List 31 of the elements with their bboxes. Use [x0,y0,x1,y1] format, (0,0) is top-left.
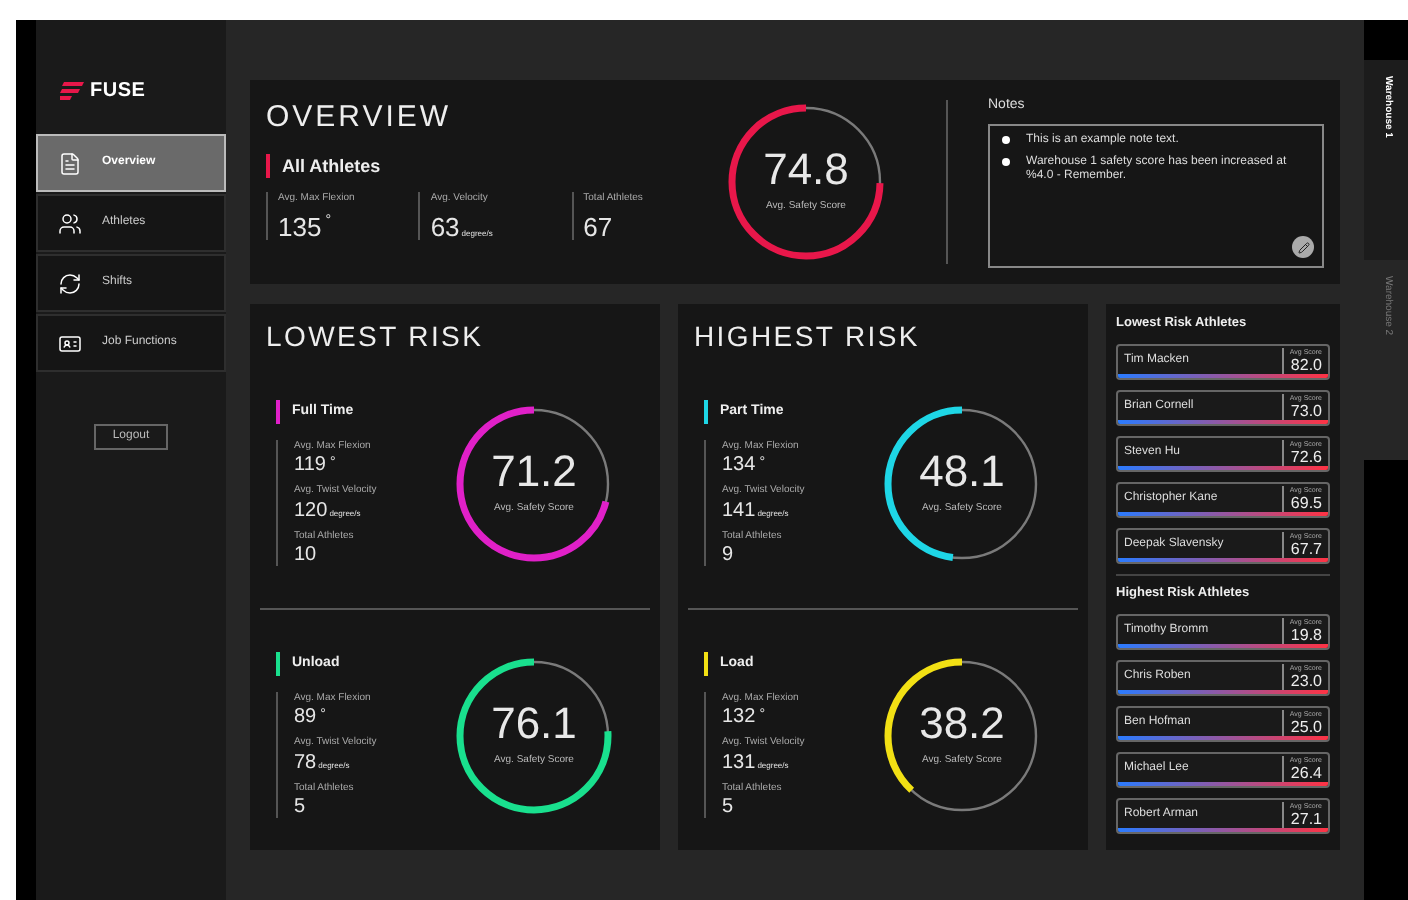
stat-value: 67 [583,213,615,239]
logo-text: FUSE [90,78,146,106]
overview-title: OVERVIEW [266,98,454,138]
athlete-score: 67.7 [1290,542,1322,559]
pencil-icon [1297,241,1309,253]
bullet-icon [1002,157,1010,166]
stat-value: 10 [294,546,319,567]
group-name: All Athletes [282,153,381,179]
logo-icon [60,82,84,100]
id-card-icon [58,331,82,355]
stat-value: 9 [722,546,736,567]
bullet-icon [1002,135,1010,143]
athlete-score: 82.0 [1290,358,1322,375]
athlete-score: 25.0 [1290,720,1322,737]
document-icon [58,151,82,175]
score-value: 38.2 [919,701,1005,746]
athlete-score: 27.1 [1290,812,1322,829]
stat-value: 5 [722,798,736,819]
cycle-icon [58,271,82,295]
section-title: LOWEST RISK [264,318,486,356]
people-icon [58,211,82,235]
athlete-score: 72.6 [1290,450,1322,467]
score-value: 48.1 [919,449,1005,494]
athlete-score: 26.4 [1290,766,1322,783]
athlete-score: 19.8 [1290,628,1322,645]
stat-value: 5 [294,798,308,819]
athlete-score: 73.0 [1290,404,1322,421]
athlete-score: 69.5 [1290,496,1322,513]
athlete-score: 23.0 [1290,674,1322,691]
section-title: HIGHEST RISK [692,318,922,356]
edit-button[interactable] [1292,236,1314,258]
